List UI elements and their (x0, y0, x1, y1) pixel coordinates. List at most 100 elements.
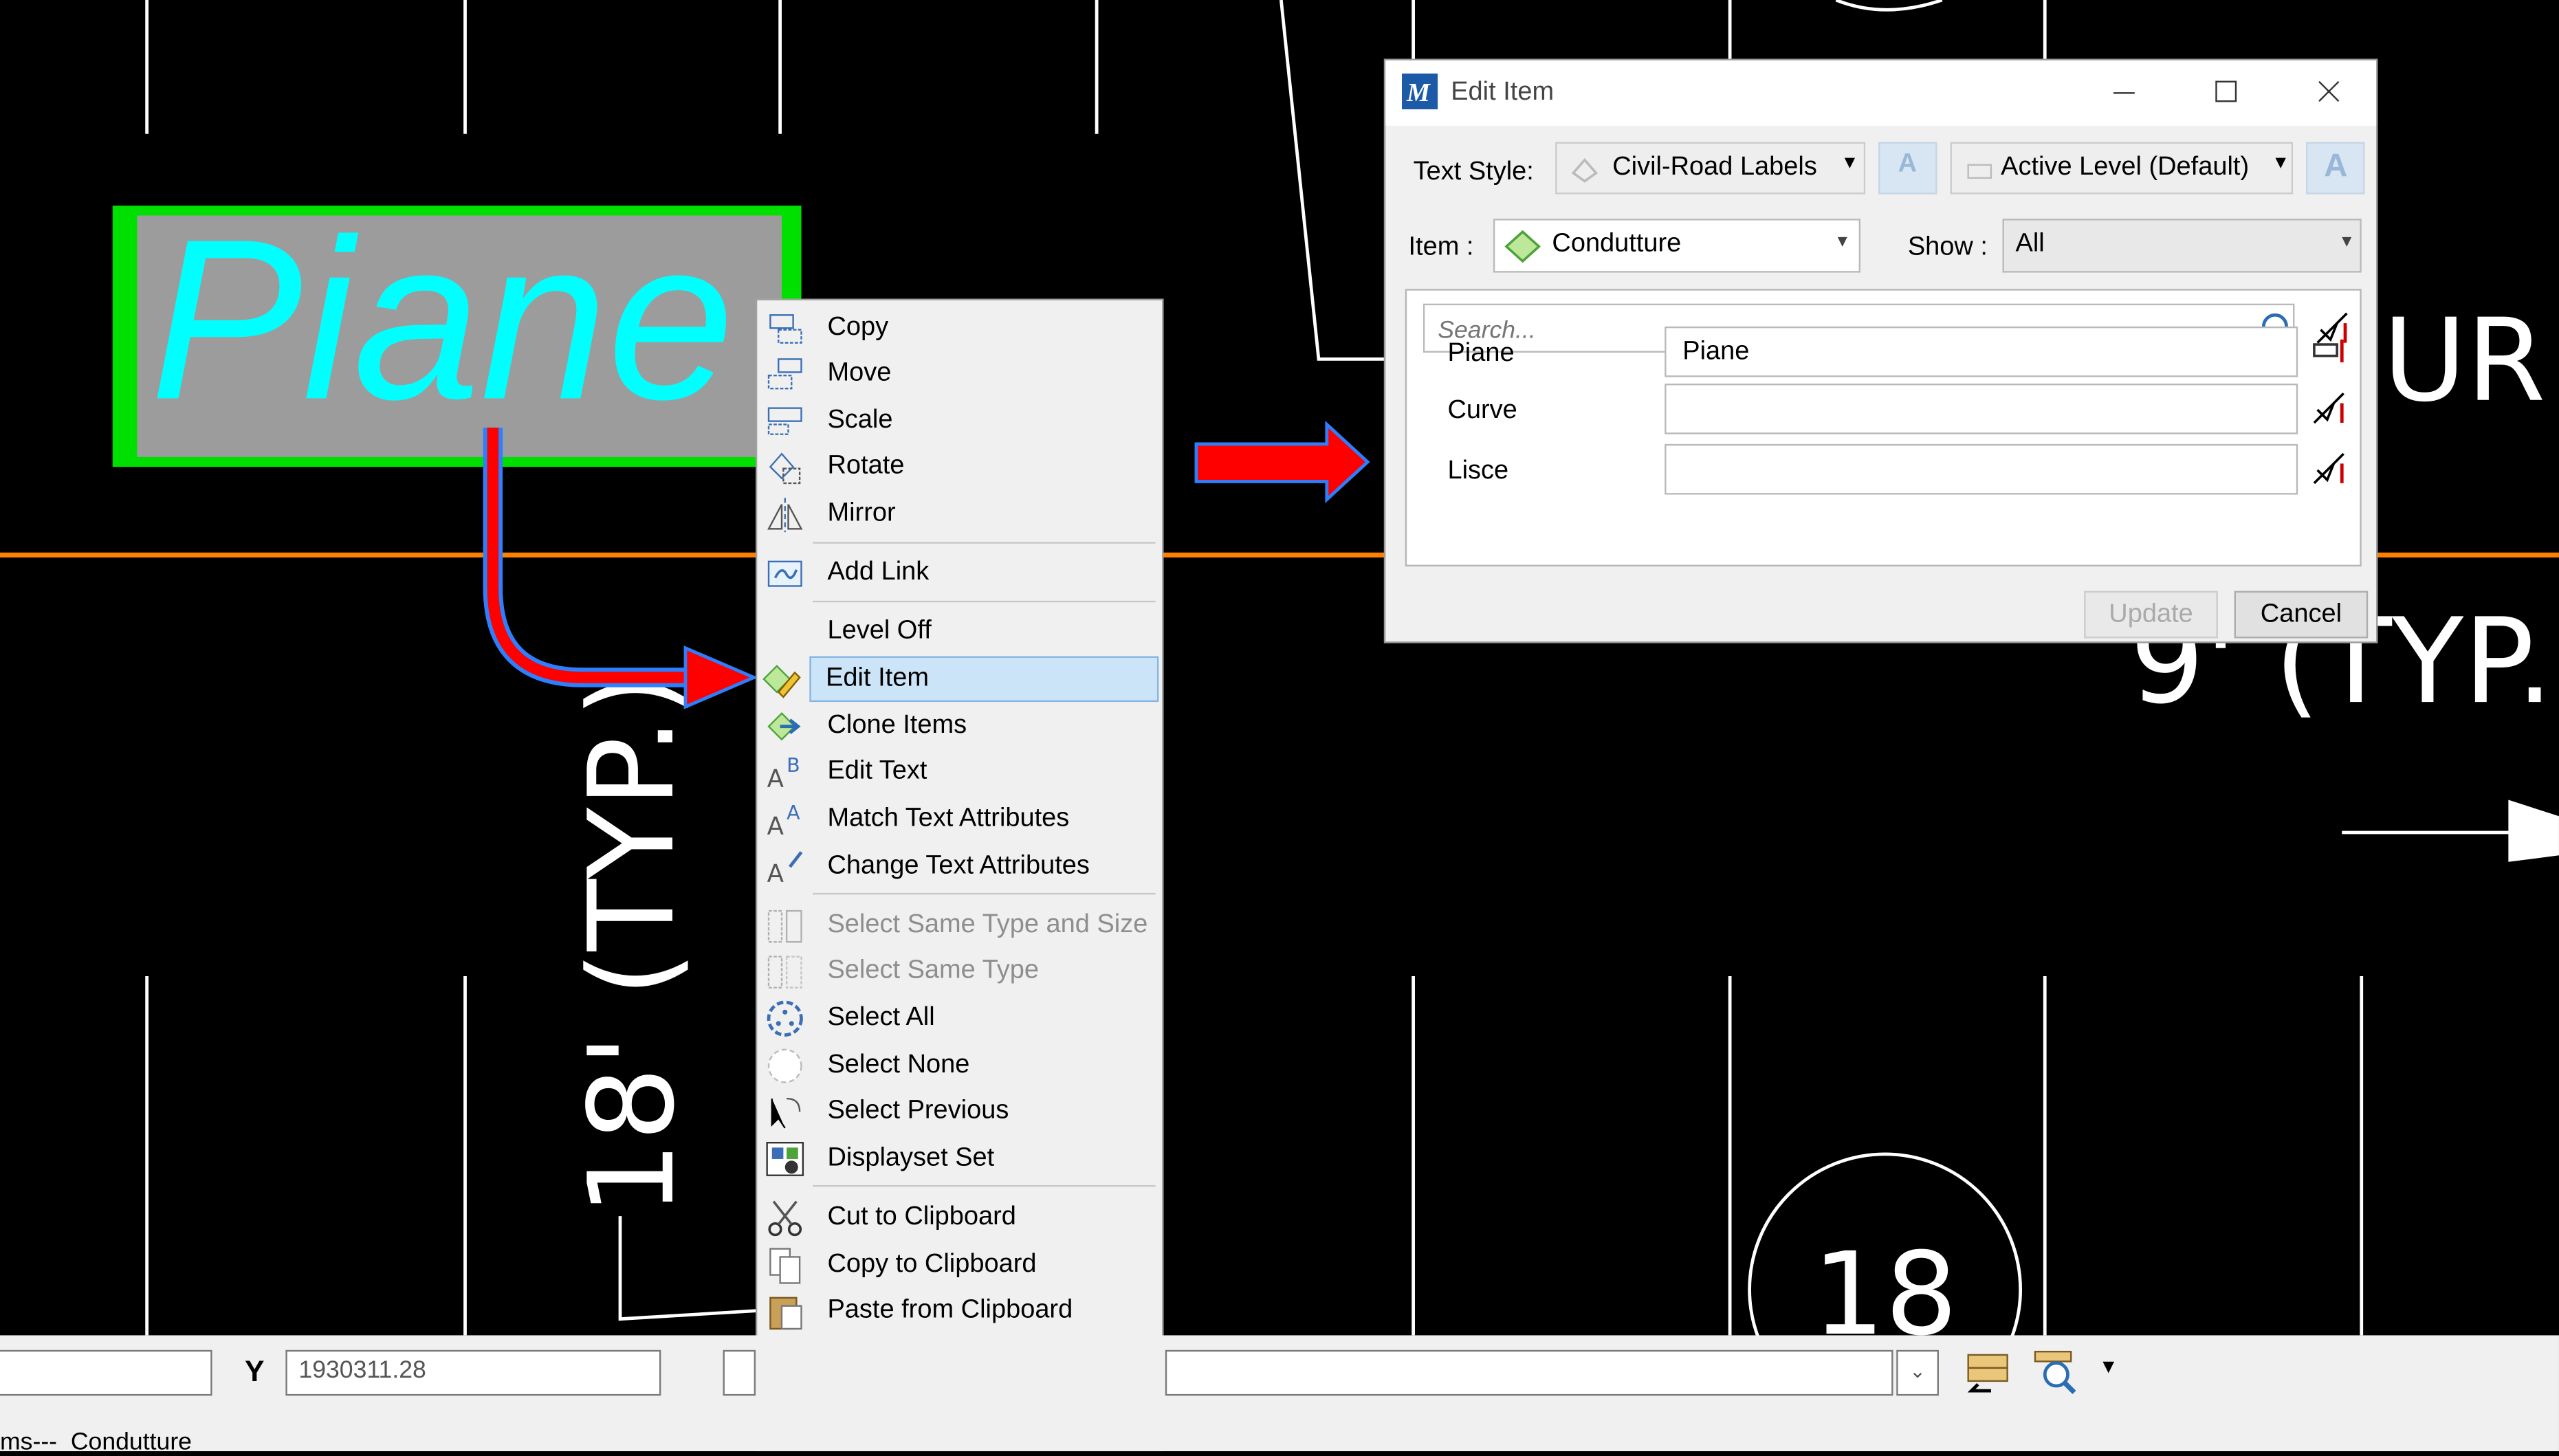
clear-value-icon[interactable] (2311, 390, 2347, 426)
menu-item-label: Cut to Clipboard (827, 1203, 1016, 1231)
key-in-field[interactable] (1165, 1349, 1893, 1396)
change-text-icon: A (767, 851, 803, 886)
dim-text-vertical: 18' (TYP.) (564, 672, 701, 1216)
show-label: Show : (1907, 233, 1988, 261)
menu-item-label: Clone Items (827, 712, 967, 740)
close-icon[interactable] (2316, 78, 2342, 104)
svg-text:A: A (787, 802, 800, 824)
piane-label-text[interactable]: Piane (150, 192, 734, 447)
property-name: Lisce (1447, 456, 1509, 485)
menu-item-paste-from-clipboard[interactable]: Paste from Clipboard (760, 1288, 1162, 1334)
status-text: ms--- Condutture (0, 1428, 193, 1456)
scale-icon (767, 407, 802, 435)
menu-item-scale[interactable]: Scale (760, 398, 1162, 443)
edit-item-icon (762, 665, 801, 698)
menu-separator (813, 1184, 1156, 1187)
status-toolbar: Y 1930311.28 ⌄ ▼ ms--- Condutture (0, 1335, 2559, 1456)
clear-value-icon[interactable] (2311, 450, 2347, 486)
text-style-label: Text Style: (1413, 158, 1534, 186)
text-style-dropdown[interactable]: Civil-Road Labels ▼ (1555, 142, 1866, 195)
menu-item-label: Rotate (827, 452, 905, 481)
menu-item-select-previous[interactable]: Select Previous (760, 1089, 1162, 1134)
svg-text:A: A (767, 859, 784, 886)
y-label: Y (245, 1354, 265, 1388)
menu-item-label: Displayset Set (827, 1144, 995, 1172)
property-value-field-piane[interactable]: Piane (1665, 326, 2298, 377)
menu-item-change-text-attributes[interactable]: A Change Text Attributes (760, 844, 1162, 890)
menu-item-displayset-set[interactable]: Displayset Set (760, 1136, 1162, 1182)
select-none-icon (767, 1048, 802, 1083)
menu-item-label: Copy (827, 313, 889, 342)
minimize-icon[interactable] (2110, 80, 2136, 106)
menu-item-select-same-type-and-size[interactable]: Select Same Type and Size (760, 903, 1162, 948)
menu-item-label: Match Text Attributes (827, 804, 1070, 833)
menu-item-rotate[interactable]: Rotate (760, 444, 1162, 489)
paste-icon (769, 1297, 802, 1330)
view-zoom-icon[interactable] (2030, 1345, 2083, 1398)
input-field-left[interactable] (723, 1349, 756, 1396)
select-previous-icon (771, 1097, 801, 1129)
menu-item-select-all[interactable]: Select All (760, 996, 1162, 1041)
menu-item-match-text-attributes[interactable]: A A Match Text Attributes (760, 797, 1162, 842)
chevron-down-icon[interactable]: ▼ (2099, 1355, 2118, 1378)
update-button[interactable]: Update (2084, 591, 2218, 639)
menu-item-cut-to-clipboard[interactable]: Cut to Clipboard (760, 1195, 1162, 1240)
context-menu[interactable]: Copy Move Scale Rotate Mirror Add Link Level O… (756, 298, 1164, 1452)
level-dropdown[interactable]: Active Level (Default) ▼ (1950, 142, 2294, 195)
menu-item-edit-text[interactable]: A B Edit Text (760, 749, 1162, 795)
edit-text-icon: AB (767, 754, 800, 792)
menu-item-label: Level Off (827, 617, 932, 645)
select-same-type-icon (767, 956, 802, 989)
menu-item-label: Move (827, 359, 892, 387)
menu-item-clone-items[interactable]: Clone Items (760, 703, 1162, 749)
item-dropdown[interactable]: Condutture ▼ (1493, 219, 1861, 273)
displayset-icon (766, 1142, 804, 1176)
level-icon (1967, 164, 1992, 179)
property-value-field-curve[interactable] (1665, 384, 2298, 434)
level-edit-button[interactable]: A (2306, 142, 2365, 195)
menu-item-label: Select Previous (827, 1096, 1009, 1125)
property-value: Piane (1682, 338, 1750, 366)
menu-item-add-link[interactable]: Add Link (760, 550, 1162, 595)
select-same-size-icon (767, 909, 802, 943)
clone-icon (767, 712, 801, 741)
mirror-icon (767, 498, 803, 533)
svg-text:M: M (1406, 78, 1431, 107)
cancel-button[interactable]: Cancel (2234, 591, 2369, 639)
y-coordinate-field[interactable]: 1930311.28 (285, 1349, 661, 1396)
link-icon (767, 560, 802, 587)
menu-item-mirror[interactable]: Mirror (760, 492, 1162, 537)
chevron-down-icon: ▼ (1834, 233, 1851, 252)
microstation-logo-icon: M (1402, 73, 1438, 110)
rotate-icon (769, 452, 801, 485)
menu-item-copy-to-clipboard[interactable]: Copy to Clipboard (760, 1242, 1162, 1288)
show-value: All (2015, 230, 2045, 258)
level-edit-icon: A (2324, 148, 2348, 185)
text-style-edit-button[interactable]: A (1878, 142, 1937, 195)
pin-icon[interactable] (2311, 333, 2347, 368)
menu-item-move[interactable]: Move (760, 351, 1162, 397)
maximize-icon[interactable] (2213, 78, 2239, 104)
menu-item-label: Paste from Clipboard (827, 1296, 1073, 1324)
text-style-edit-icon: A (1898, 150, 1918, 178)
menu-item-copy[interactable]: Copy (760, 305, 1162, 351)
chevron-down-icon[interactable]: ⌄ (1896, 1349, 1939, 1396)
menu-item-select-none[interactable]: Select None (760, 1043, 1162, 1088)
menu-item-edit-item[interactable]: Edit Item (762, 656, 1159, 703)
edit-item-dialog[interactable]: M Edit Item Text Style: Civil-Road Label… (1383, 58, 2378, 643)
x-coordinate-field[interactable] (0, 1349, 212, 1396)
menu-item-select-same-type[interactable]: Select Same Type (760, 949, 1162, 994)
menu-item-label: Edit Text (827, 757, 927, 786)
toolbar-layers-icon[interactable] (1962, 1345, 2014, 1398)
clipboard-copy-icon (769, 1248, 801, 1284)
property-value-field-lisce[interactable] (1665, 443, 2298, 495)
menu-item-label: Mirror (827, 499, 896, 527)
menu-item-level-off[interactable]: Level Off (760, 609, 1162, 654)
text-style-value: Civil-Road Labels (1612, 153, 1817, 181)
menu-item-label: Select None (827, 1051, 970, 1079)
dialog-titlebar: M Edit Item (1385, 60, 2377, 126)
item-type-icon (1504, 230, 1541, 263)
partial-text-ur: UR (2383, 295, 2546, 428)
menu-separator (813, 892, 1156, 895)
show-dropdown[interactable]: All ▼ (2002, 219, 2362, 273)
